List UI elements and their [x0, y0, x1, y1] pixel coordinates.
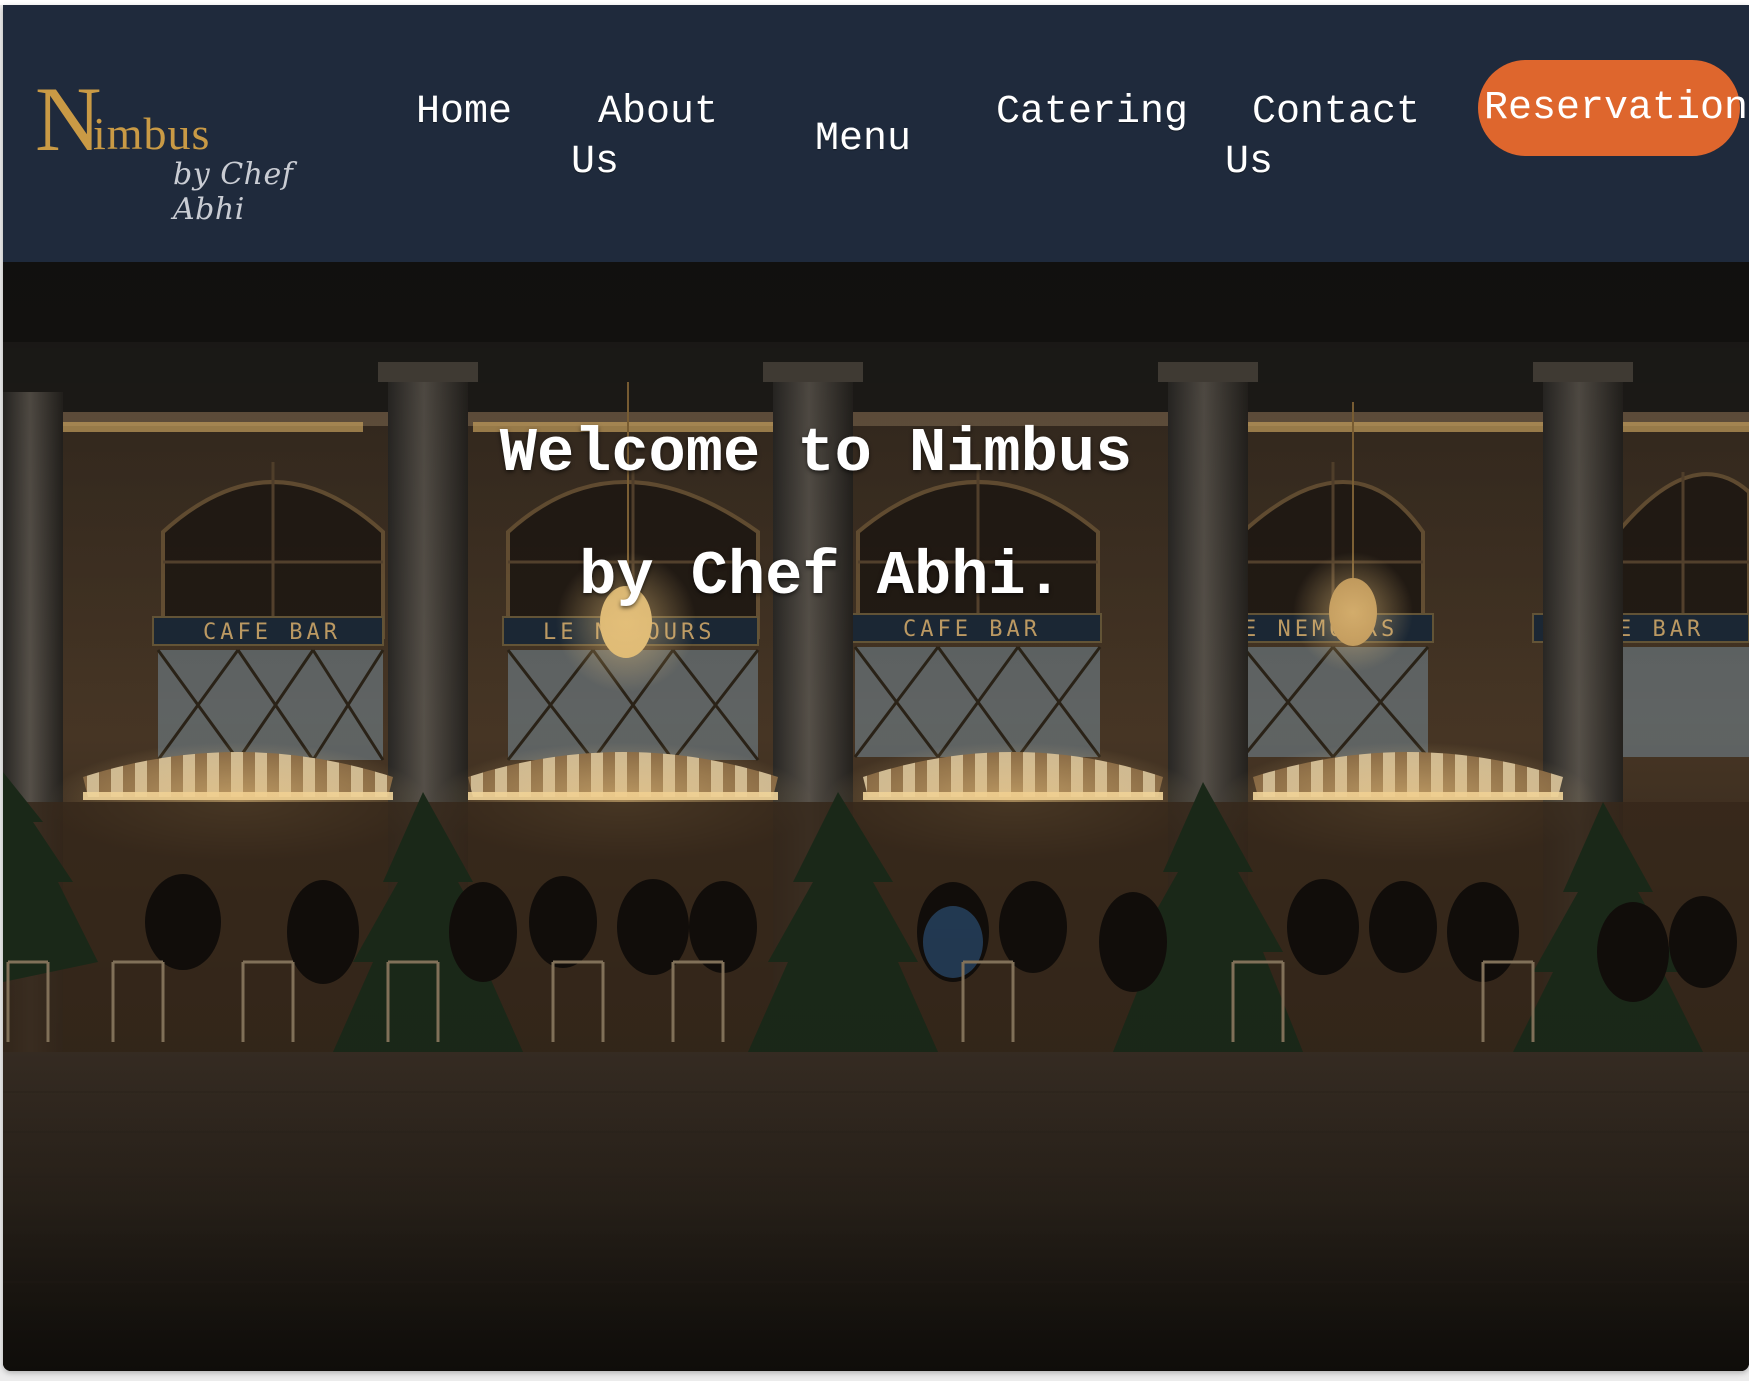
nav-home-link[interactable]: Home [416, 88, 512, 138]
logo-initial: N [35, 68, 102, 170]
reservation-button[interactable]: Reservation [1478, 60, 1748, 156]
navbar: N imbus by Chef Abhi Home About Us Menu … [3, 5, 1749, 262]
logo-wordmark: imbus [93, 108, 211, 159]
hero-title-line2: by Chef Abhi. [579, 541, 1063, 613]
nav-catering-link[interactable]: Catering [996, 88, 1188, 138]
page: N imbus by Chef Abhi Home About Us Menu … [3, 5, 1749, 1371]
nav-menu-link[interactable]: Menu [815, 115, 911, 165]
nimbus-logo[interactable]: N imbus by Chef Abhi [33, 68, 343, 227]
nav-about-label-line2: Us [571, 140, 620, 185]
nav-contact-us-link[interactable]: Contact Us [1225, 88, 1425, 188]
logo-tagline: by Chef Abhi [173, 157, 294, 227]
nav-contact-label-line1: Contact [1252, 90, 1421, 135]
nav-about-us-link[interactable]: About Us [571, 88, 771, 188]
hero-section: CAFE BAR LE NEMOURS CAFE BAR E NEMOURS E… [3, 262, 1749, 1371]
hero-title-line1: Welcome to Nimbus [499, 417, 1133, 489]
nav-contact-label-line2: Us [1225, 140, 1274, 185]
nav-about-label-line1: About [598, 90, 719, 135]
